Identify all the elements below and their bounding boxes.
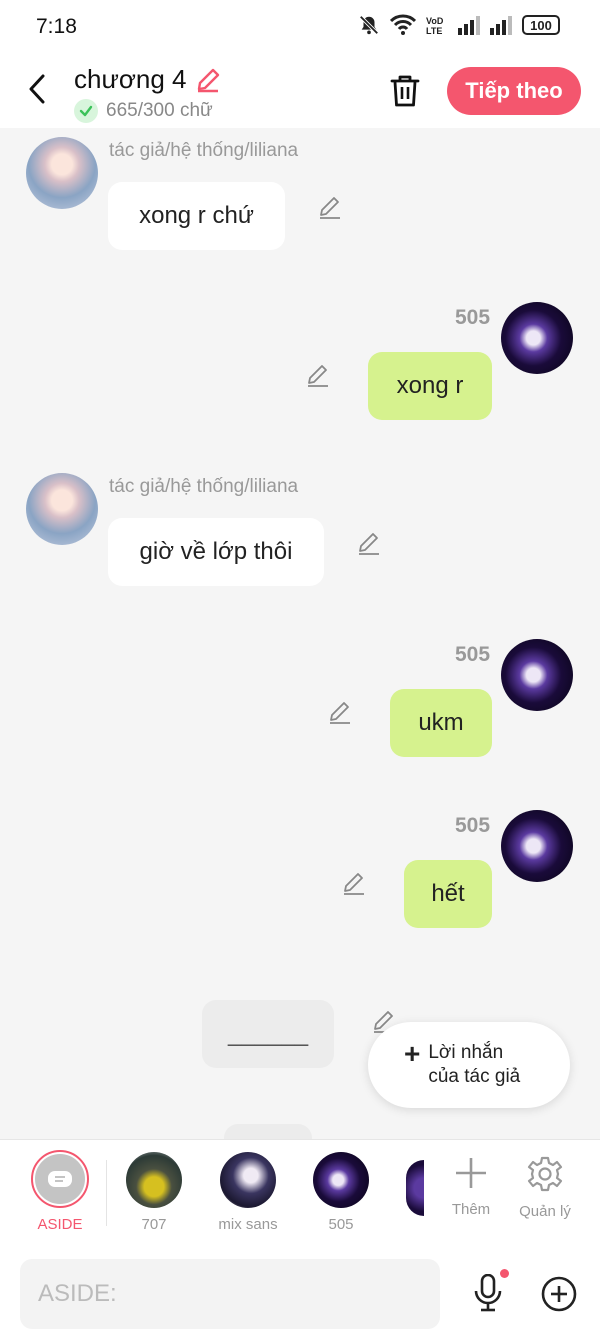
- avatar[interactable]: [501, 639, 573, 711]
- message-right: 505 ukm: [0, 635, 600, 775]
- message-left: tác giả/hệ thống/liliana giờ về lớp thôi: [0, 464, 600, 604]
- add-button[interactable]: [541, 1276, 577, 1312]
- chevron-left-icon: [29, 74, 45, 104]
- plus-circle-icon: [541, 1276, 577, 1312]
- avatar[interactable]: [26, 137, 98, 209]
- character-label: ASIDE: [37, 1216, 83, 1233]
- chat-bubble-icon: [48, 1171, 72, 1187]
- tool-label: Thêm: [451, 1201, 491, 1218]
- signal-icon-1: [458, 16, 480, 35]
- sender-name: 505: [455, 306, 491, 329]
- input-bar: [0, 1247, 600, 1343]
- mute-bell-icon: [359, 15, 379, 35]
- author-note-label: Lời nhắn của tác giả: [428, 1042, 521, 1087]
- character-707[interactable]: 707: [126, 1152, 182, 1233]
- chapter-title: chương 4: [74, 64, 187, 94]
- delete-button[interactable]: [386, 72, 424, 110]
- title-area: chương 4 665/300 chữ: [74, 64, 221, 123]
- message-input[interactable]: [20, 1259, 440, 1329]
- character-avatar-partial[interactable]: [406, 1160, 424, 1216]
- sender-name: tác giả/hệ thống/liliana: [109, 476, 299, 497]
- voice-button[interactable]: [470, 1269, 509, 1313]
- edit-message-icon[interactable]: [326, 699, 354, 727]
- avatar: [313, 1152, 369, 1208]
- notification-dot: [500, 1269, 509, 1278]
- divider: [106, 1160, 107, 1226]
- edit-message-icon[interactable]: [316, 194, 344, 222]
- sender-name: tác giả/hệ thống/liliana: [109, 140, 299, 161]
- check-icon: [74, 99, 98, 123]
- plus-icon: +: [404, 1038, 421, 1069]
- message-bubble[interactable]: ukm: [390, 689, 492, 757]
- manage-characters-button[interactable]: Quản lý: [515, 1156, 575, 1220]
- top-bar: chương 4 665/300 chữ Tiếp theo: [0, 56, 600, 128]
- edit-title-icon[interactable]: [195, 67, 221, 93]
- avatar: [220, 1152, 276, 1208]
- edit-message-icon[interactable]: [340, 870, 368, 898]
- plus-icon: [456, 1158, 486, 1188]
- next-button[interactable]: Tiếp theo: [447, 67, 581, 115]
- character-aside[interactable]: ASIDE: [31, 1150, 89, 1233]
- gear-icon: [527, 1156, 563, 1192]
- word-count: 665/300 chữ: [106, 100, 213, 121]
- chat-area[interactable]: tác giả/hệ thống/liliana xong r chứ 505 …: [0, 128, 600, 1139]
- sender-name: 505: [455, 814, 491, 837]
- volte-icon: VoDLTE: [426, 16, 444, 35]
- svg-text:VoD: VoD: [426, 16, 444, 26]
- svg-text:LTE: LTE: [426, 26, 442, 35]
- avatar[interactable]: [501, 302, 573, 374]
- message-bubble-partial: [224, 1124, 312, 1139]
- edit-message-icon[interactable]: [355, 530, 383, 558]
- status-time: 7:18: [36, 15, 77, 38]
- author-note-button[interactable]: + Lời nhắn của tác giả: [368, 1022, 570, 1108]
- character-label: mix sans: [218, 1216, 278, 1233]
- avatar[interactable]: [26, 473, 98, 545]
- back-button[interactable]: [20, 72, 54, 106]
- character-bar: ASIDE 707 mix sans 505 Thêm Quản lý: [0, 1139, 600, 1247]
- message-left: tác giả/hệ thống/liliana xong r chứ: [0, 128, 600, 268]
- word-count-row: 665/300 chữ: [74, 99, 221, 123]
- status-icons: VoD LTE 100: [358, 14, 560, 36]
- edit-message-icon[interactable]: [304, 362, 332, 390]
- message-bubble[interactable]: xong r: [368, 352, 492, 420]
- character-505[interactable]: 505: [313, 1152, 369, 1233]
- character-label: 505: [328, 1216, 354, 1233]
- message-right: 505 xong r: [0, 298, 600, 438]
- chapter-title-row: chương 4: [74, 64, 221, 95]
- sender-name: 505: [455, 643, 491, 666]
- status-bar: 7:18 VoD LTE 100: [0, 0, 600, 56]
- aside-avatar: [31, 1150, 89, 1208]
- message-right: 505 hết: [0, 806, 600, 946]
- message-bubble[interactable]: xong r chứ: [108, 182, 285, 250]
- wifi-icon: [390, 14, 416, 35]
- battery-icon: 100: [522, 15, 560, 35]
- avatar[interactable]: [501, 810, 573, 882]
- character-label: 707: [141, 1216, 167, 1233]
- message-bubble[interactable]: ______: [202, 1000, 334, 1068]
- character-mix-sans[interactable]: mix sans: [212, 1152, 284, 1233]
- message-bubble[interactable]: giờ về lớp thôi: [108, 518, 324, 586]
- message-bubble[interactable]: hết: [404, 860, 492, 928]
- microphone-icon: [474, 1274, 502, 1312]
- add-character-button[interactable]: Thêm: [446, 1156, 496, 1218]
- tool-label: Quản lý: [519, 1203, 571, 1220]
- signal-icon-2: [490, 16, 512, 35]
- trash-icon: [390, 75, 420, 107]
- avatar: [126, 1152, 182, 1208]
